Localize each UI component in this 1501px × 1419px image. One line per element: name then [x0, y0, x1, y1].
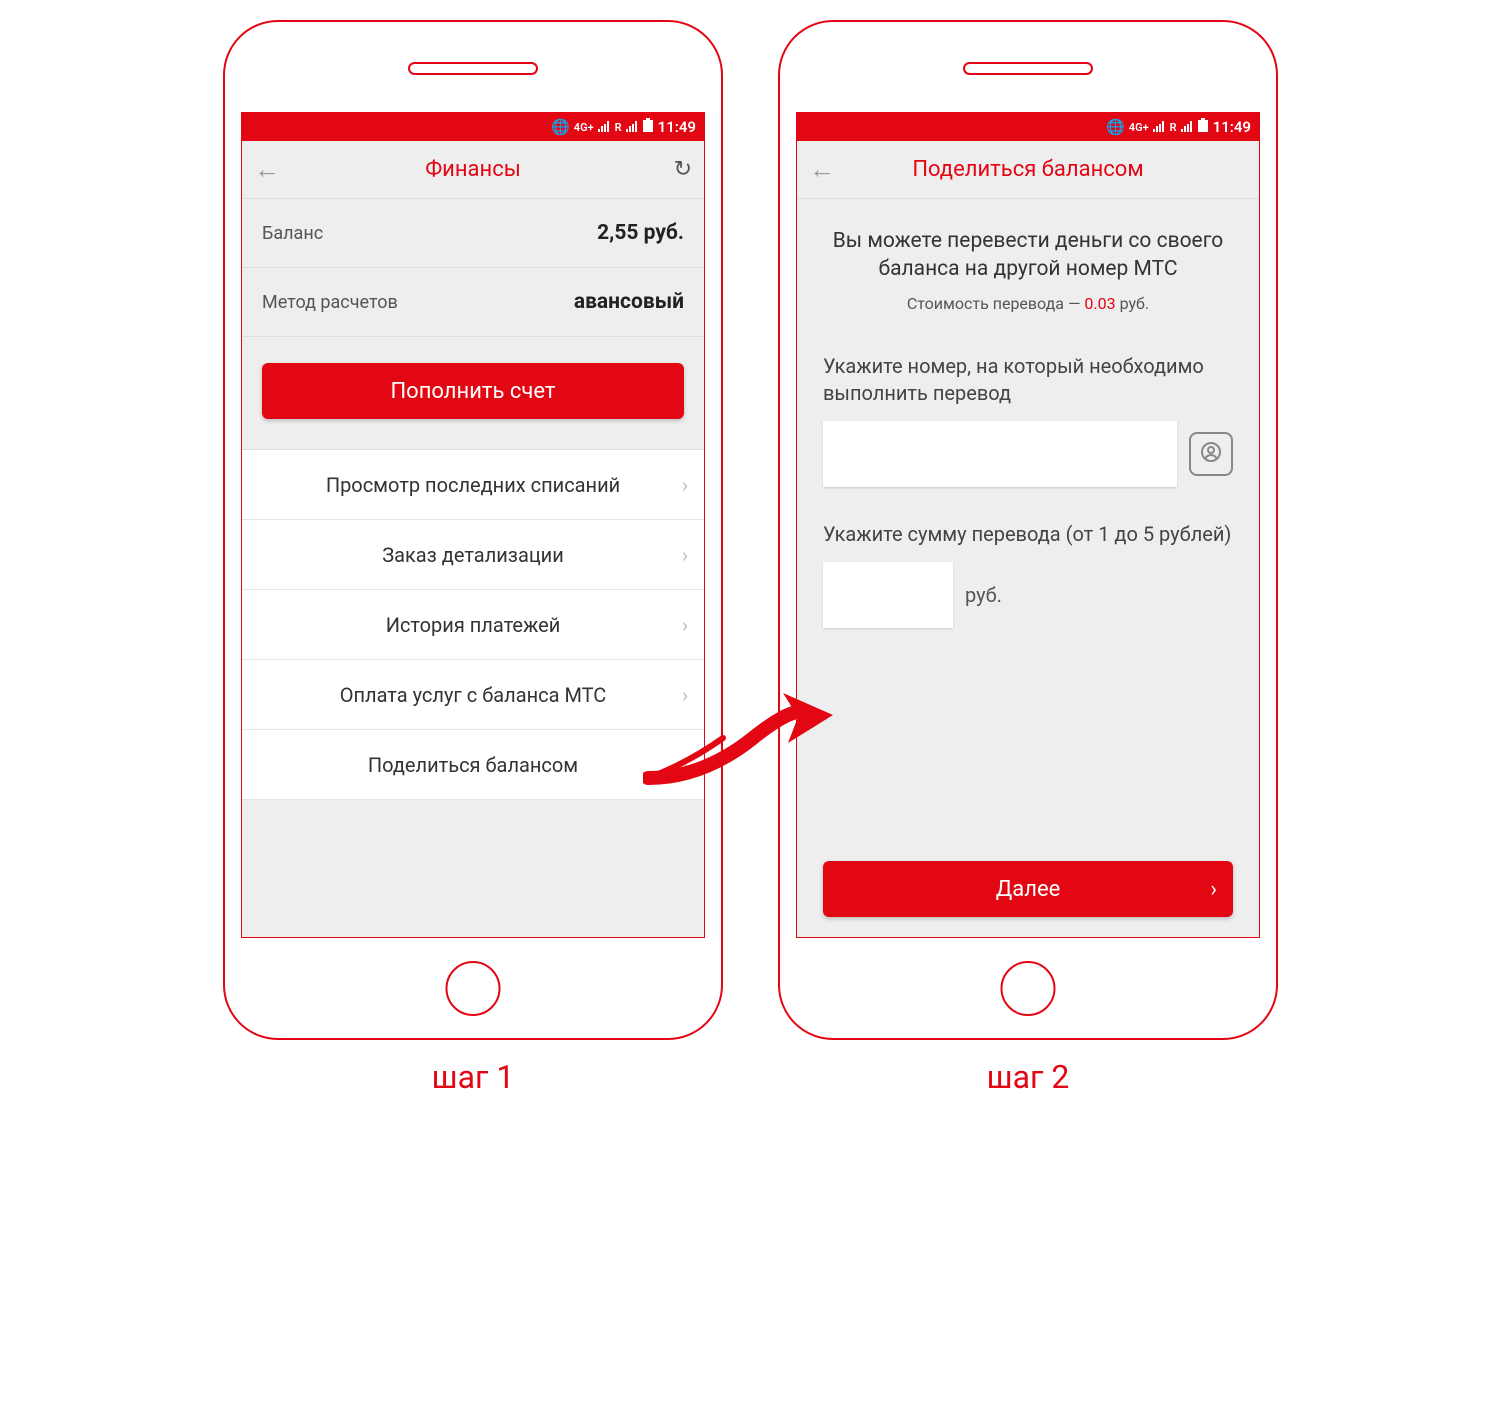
- page-title: Поделиться балансом: [797, 157, 1259, 182]
- home-button[interactable]: [446, 961, 501, 1016]
- signal-roaming-icon: R: [1170, 122, 1177, 133]
- globe-icon: 🌐: [1106, 118, 1125, 136]
- fee-prefix: Стоимость перевода —: [907, 294, 1085, 313]
- signal-icon-2: [1181, 118, 1194, 136]
- topup-section: Пополнить счет: [242, 337, 704, 450]
- balance-label: Баланс: [262, 223, 323, 244]
- status-time: 11:49: [658, 118, 696, 136]
- phone-speaker: [408, 62, 538, 75]
- status-bar: 🌐 4G+ R 11:49: [242, 113, 704, 141]
- chevron-right-icon: ›: [682, 613, 688, 637]
- menu-item-label: Просмотр последних списаний: [326, 473, 620, 497]
- amount-unit: руб.: [965, 583, 1002, 607]
- balance-row: Баланс 2,55 руб.: [242, 199, 704, 268]
- flow-arrow-icon: [643, 683, 803, 783]
- screen-1: 🌐 4G+ R 11:49: [241, 112, 705, 938]
- battery-icon: [1198, 118, 1208, 136]
- phone-input-row: [823, 421, 1233, 487]
- signal-icon: [1153, 118, 1166, 136]
- phone-speaker: [963, 62, 1093, 75]
- signal-icon-2: [626, 118, 639, 136]
- globe-icon: 🌐: [551, 118, 570, 136]
- amount-input-label: Укажите сумму перевода (от 1 до 5 рублей…: [823, 521, 1233, 548]
- fee-suffix: руб.: [1116, 294, 1150, 313]
- back-icon[interactable]: ←: [254, 157, 280, 183]
- menu-item-payment-history[interactable]: История платежей ›: [242, 590, 704, 660]
- step-2-label: шаг 2: [987, 1058, 1070, 1096]
- amount-input[interactable]: [823, 562, 953, 628]
- phone-input-label: Укажите номер, на который необходимо вып…: [823, 353, 1233, 407]
- menu-item-label: Поделиться балансом: [368, 753, 578, 777]
- chevron-right-icon: ›: [682, 543, 688, 567]
- amount-field-block: Укажите сумму перевода (от 1 до 5 рублей…: [823, 521, 1233, 628]
- step-1-label: шаг 1: [432, 1058, 515, 1096]
- intro-text: Вы можете перевести деньги со своего бал…: [823, 227, 1233, 284]
- status-time: 11:49: [1213, 118, 1251, 136]
- status-icons: 🌐 4G+ R: [1106, 118, 1208, 136]
- app-header: ← Финансы ↻: [242, 141, 704, 199]
- menu-item-label: Оплата услуг с баланса МТС: [340, 683, 607, 707]
- menu-item-order-details[interactable]: Заказ детализации ›: [242, 520, 704, 590]
- phone-input[interactable]: [823, 421, 1177, 487]
- phone-frame-1: 🌐 4G+ R 11:49: [223, 20, 723, 1040]
- menu-item-label: Заказ детализации: [382, 543, 564, 567]
- next-button-label: Далее: [996, 877, 1061, 902]
- topup-button[interactable]: Пополнить счет: [262, 363, 684, 419]
- balance-value: 2,55 руб.: [597, 221, 684, 245]
- topup-button-label: Пополнить счет: [390, 379, 555, 404]
- signal-icon: [598, 118, 611, 136]
- phone-field-block: Укажите номер, на который необходимо вып…: [823, 353, 1233, 487]
- fee-text: Стоимость перевода — 0.03 руб.: [823, 294, 1233, 313]
- menu-item-pay-services[interactable]: Оплата услуг с баланса МТС ›: [242, 660, 704, 730]
- 4g-icon: 4G+: [1129, 122, 1149, 133]
- method-value: авансовый: [574, 290, 684, 314]
- method-label: Метод расчетов: [262, 292, 398, 313]
- screen-2: 🌐 4G+ R 11:49: [796, 112, 1260, 938]
- transfer-form: Вы можете перевести деньги со своего бал…: [797, 199, 1259, 937]
- tutorial-diagram: 🌐 4G+ R 11:49: [223, 20, 1278, 1096]
- contacts-button[interactable]: [1189, 432, 1233, 476]
- 4g-icon: 4G+: [574, 122, 594, 133]
- phone-frame-2: 🌐 4G+ R 11:49: [778, 20, 1278, 1040]
- signal-roaming-icon: R: [615, 122, 622, 133]
- page-title: Финансы: [242, 157, 704, 182]
- battery-icon: [643, 118, 653, 136]
- refresh-icon[interactable]: ↻: [674, 157, 692, 182]
- app-header: ← Поделиться балансом: [797, 141, 1259, 199]
- status-icons: 🌐 4G+ R: [551, 118, 653, 136]
- method-row: Метод расчетов авансовый: [242, 268, 704, 337]
- contact-icon: [1199, 440, 1223, 468]
- fee-value: 0.03: [1084, 294, 1115, 313]
- back-icon[interactable]: ←: [809, 157, 835, 183]
- home-button[interactable]: [1001, 961, 1056, 1016]
- transfer-intro: Вы можете перевести деньги со своего бал…: [823, 227, 1233, 313]
- step-1-column: 🌐 4G+ R 11:49: [223, 20, 723, 1096]
- step-2-column: 🌐 4G+ R 11:49: [778, 20, 1278, 1096]
- chevron-right-icon: ›: [1210, 877, 1217, 902]
- menu-item-share-balance[interactable]: Поделиться балансом ›: [242, 730, 704, 800]
- status-bar: 🌐 4G+ R 11:49: [797, 113, 1259, 141]
- next-button[interactable]: Далее ›: [823, 861, 1233, 917]
- menu-item-label: История платежей: [386, 613, 561, 637]
- finance-menu: Просмотр последних списаний › Заказ дета…: [242, 450, 704, 800]
- amount-input-row: руб.: [823, 562, 1233, 628]
- chevron-right-icon: ›: [682, 473, 688, 497]
- menu-item-recent-charges[interactable]: Просмотр последних списаний ›: [242, 450, 704, 520]
